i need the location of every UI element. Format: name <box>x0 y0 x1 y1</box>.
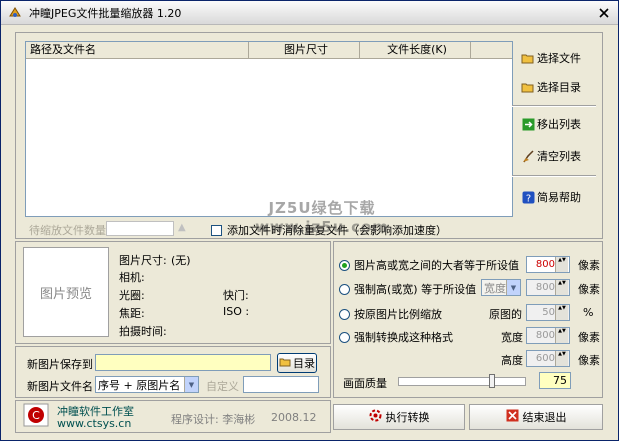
format-height-unit: 像素 <box>578 354 600 367</box>
max-side-unit: 像素 <box>578 259 600 272</box>
force-side-stepper[interactable]: 800 <box>526 279 570 296</box>
shot-time-label: 拍摄时间: <box>119 325 167 338</box>
help-button[interactable]: ? 简易帮助 <box>521 186 581 208</box>
ratio-sub-label: 原图的 <box>489 308 522 321</box>
app-window: 冲瞳JPEG文件批量缩放器 1.20 路径及文件名 图片尺寸 文件长度(K) 选… <box>0 0 619 441</box>
arrow-right-icon <box>521 117 535 131</box>
save-to-field[interactable] <box>95 354 271 371</box>
column-path[interactable]: 路径及文件名 <box>26 42 249 58</box>
file-name-select[interactable]: 序号 + 原图片名 ▼ <box>95 376 199 393</box>
window-title: 冲瞳JPEG文件批量缩放器 1.20 <box>29 6 182 20</box>
dir-button-label: 目录 <box>293 357 315 370</box>
file-list[interactable]: 路径及文件名 图片尺寸 文件长度(K) <box>25 41 513 217</box>
file-name-select-value: 序号 + 原图片名 <box>98 378 181 392</box>
help-icon: ? <box>521 190 535 204</box>
open-folder-icon <box>521 80 535 94</box>
help-label: 简易帮助 <box>537 191 581 204</box>
option-ratio-radio[interactable] <box>339 308 350 320</box>
format-width-unit: 像素 <box>578 331 600 344</box>
release-date: 2008.12 <box>271 411 317 424</box>
spin-icon: ▲ <box>178 222 186 233</box>
option-force-format-radio[interactable] <box>339 331 350 343</box>
studio-url[interactable]: www.ctsys.cn <box>57 417 131 430</box>
divider <box>512 175 596 177</box>
exit-button[interactable]: 结束退出 <box>469 404 603 430</box>
divider <box>512 105 596 107</box>
option-ratio[interactable]: 按原图片比例缩放 <box>339 306 442 322</box>
dedupe-label: 添加文件时消除重复文件（会影响添加速度） <box>227 224 447 237</box>
quality-slider-thumb[interactable] <box>489 374 495 388</box>
format-width-stepper[interactable]: 800 <box>526 327 570 344</box>
option-force-format[interactable]: 强制转换成这种格式 <box>339 329 453 345</box>
option-force-side-radio[interactable] <box>339 283 350 295</box>
aperture-label: 光圈: <box>119 289 145 302</box>
option-max-side-label: 图片高或宽之间的大者等于所设值 <box>354 259 519 272</box>
file-list-header: 路径及文件名 图片尺寸 文件长度(K) <box>26 42 512 59</box>
dir-button[interactable]: 目录 <box>277 353 317 373</box>
pending-count-field <box>106 221 174 236</box>
custom-label: 自定义 <box>206 380 239 393</box>
convert-button[interactable]: 执行转换 <box>333 404 465 430</box>
chevron-down-icon: ▼ <box>506 280 520 295</box>
chevron-down-icon: ▼ <box>184 377 198 392</box>
app-icon <box>7 5 23 21</box>
focal-label: 焦距: <box>119 307 145 320</box>
option-force-format-label: 强制转换成这种格式 <box>354 331 453 344</box>
option-max-side-radio[interactable] <box>339 259 350 271</box>
close-button[interactable] <box>594 4 614 22</box>
column-file-length[interactable]: 文件长度(K) <box>360 42 471 58</box>
ratio-stepper[interactable]: 50 <box>526 304 570 321</box>
save-to-label: 新图片保存到 <box>27 358 93 371</box>
quality-label: 画面质量 <box>343 377 387 390</box>
option-force-side-label: 强制高(或宽) 等于所设值 <box>354 283 477 296</box>
studio-logo-icon: C <box>23 403 49 430</box>
open-folder-icon <box>521 51 535 65</box>
force-side-select-value: 宽度 <box>484 281 506 295</box>
select-dir-button[interactable]: 选择目录 <box>521 76 581 98</box>
file-name-label: 新图片文件名 <box>27 380 93 393</box>
clear-list-label: 清空列表 <box>537 150 581 163</box>
exit-label: 结束退出 <box>522 411 567 424</box>
close-icon <box>506 409 519 425</box>
remove-list-label: 移出列表 <box>537 118 581 131</box>
title-bar: 冲瞳JPEG文件批量缩放器 1.20 <box>1 1 618 25</box>
force-side-unit: 像素 <box>578 283 600 296</box>
select-files-label: 选择文件 <box>537 52 581 65</box>
pending-count-label: 待缩放文件数量 <box>29 224 106 237</box>
format-width-label: 宽度 <box>501 331 523 344</box>
quality-value[interactable]: 75 <box>539 372 571 389</box>
shutter-label: 快门: <box>223 289 249 302</box>
option-force-side[interactable]: 强制高(或宽) 等于所设值 <box>339 281 476 297</box>
convert-label: 执行转换 <box>385 411 430 424</box>
ratio-unit: % <box>583 306 594 319</box>
gear-icon <box>369 409 382 425</box>
svg-text:C: C <box>32 409 40 422</box>
format-height-label: 高度 <box>501 354 523 367</box>
size-label: 图片尺寸: <box>119 254 167 267</box>
broom-icon <box>521 149 535 163</box>
clear-list-button[interactable]: 清空列表 <box>521 145 581 167</box>
dedupe-option[interactable]: 添加文件时消除重复文件（会影响添加速度） <box>211 222 447 238</box>
force-side-select[interactable]: 宽度 ▼ <box>481 279 521 296</box>
remove-list-button[interactable]: 移出列表 <box>521 113 581 135</box>
size-value: (无) <box>171 254 191 267</box>
select-files-button[interactable]: 选择文件 <box>521 47 581 69</box>
image-preview: 图片预览 <box>23 247 109 337</box>
dedupe-checkbox[interactable] <box>211 224 222 236</box>
designer-credit: 程序设计: 李海彬 <box>171 413 256 426</box>
max-side-stepper[interactable]: 800 <box>526 256 570 273</box>
svg-text:?: ? <box>525 193 530 204</box>
open-folder-icon <box>279 357 291 370</box>
custom-name-field[interactable] <box>243 376 319 393</box>
preview-placeholder: 图片预览 <box>39 286 92 302</box>
option-max-side[interactable]: 图片高或宽之间的大者等于所设值 <box>339 257 519 273</box>
option-ratio-label: 按原图片比例缩放 <box>354 308 442 321</box>
iso-label: ISO : <box>223 305 250 318</box>
format-height-stepper[interactable]: 600 <box>526 350 570 367</box>
quality-slider[interactable] <box>398 374 526 388</box>
column-image-size[interactable]: 图片尺寸 <box>249 42 360 58</box>
camera-label: 相机: <box>119 271 145 284</box>
select-dir-label: 选择目录 <box>537 81 581 94</box>
close-icon <box>599 8 609 18</box>
